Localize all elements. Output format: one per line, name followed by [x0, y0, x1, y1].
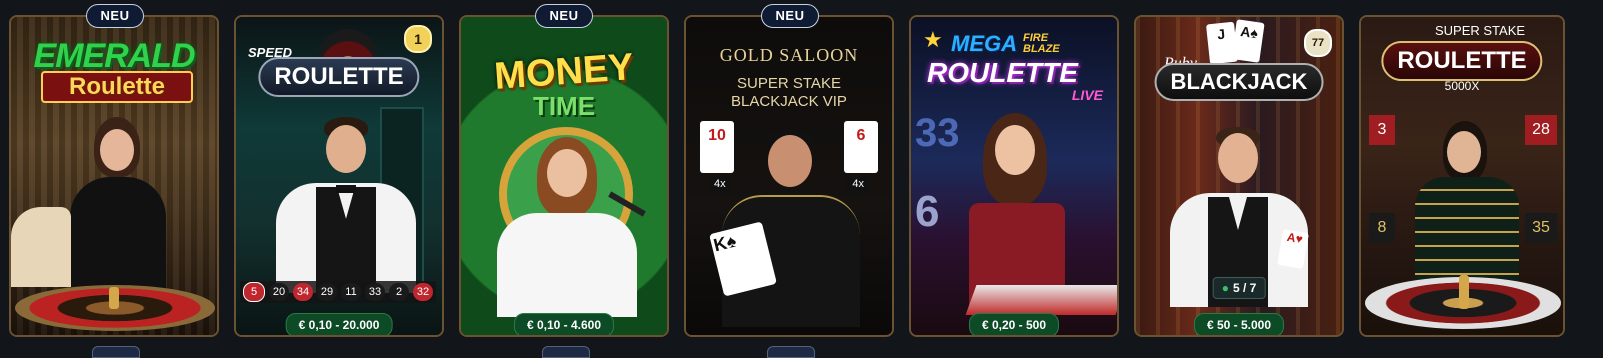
game-title: ROULETTE — [927, 57, 1078, 88]
title-super-stake: SUPER STAKE — [1434, 23, 1526, 38]
dealer-face — [1447, 131, 1481, 173]
dealer-face — [995, 125, 1035, 175]
star-icon: ★ — [923, 27, 943, 52]
game-card-ruby-blackjack[interactable]: J A♠ Ruby BLACKJACK 77 A♥ ●5 / 7 € 50 - … — [1134, 15, 1344, 337]
new-badge: NEU — [86, 4, 144, 28]
title-fire-blaze: FIRE BLAZE — [1023, 32, 1060, 55]
result-number: 11 — [341, 283, 361, 301]
dealer-dress — [70, 177, 166, 297]
bet-range: € 50 - 5.000 — [1193, 313, 1285, 335]
next-row-tab — [542, 346, 590, 358]
dealer-face — [326, 125, 366, 173]
board-number: 3 — [1369, 115, 1395, 145]
dealer — [266, 117, 426, 297]
game-card-money-time[interactable]: MONEY TIME € 0,10 - 4.600 — [459, 15, 669, 337]
game-card-emerald-roulette[interactable]: EMERALD Roulette — [9, 15, 219, 337]
game-card-speed-roulette[interactable]: SPEED ROULETTE 1 5 20 34 29 11 33 2 32 € 0,10 -… — [234, 15, 444, 337]
dealer-face — [768, 135, 812, 187]
dealer — [1401, 121, 1531, 291]
title-mega: MEGA — [951, 31, 1017, 56]
new-badge: NEU — [535, 4, 593, 28]
title-cards-2: A♠ — [1231, 19, 1265, 63]
game-title: ROULETTE — [258, 57, 420, 97]
seats-indicator: ● 5 / 7 — [1212, 277, 1266, 299]
bet-range: € 0,10 - 4.600 — [513, 313, 615, 335]
result-number: 33 — [365, 283, 385, 301]
chair — [11, 207, 71, 287]
wheel-spindle — [1459, 275, 1469, 309]
wheel-spindle — [109, 287, 119, 309]
host — [481, 137, 651, 317]
next-row-tab — [92, 346, 140, 358]
bet-range: € 0,20 - 500 — [968, 313, 1060, 335]
game-title: ROULETTE — [1381, 41, 1543, 81]
rank-badge: 77 — [1304, 29, 1332, 57]
next-row-tab — [767, 346, 815, 358]
bow-tie — [336, 185, 356, 193]
board-number: 8 — [1369, 213, 1395, 243]
game-title-line1: SUPER STAKE — [737, 75, 841, 92]
result-number: 34 — [293, 283, 313, 301]
rank-badge: 1 — [404, 25, 432, 53]
title-multiplier: 5000X — [1444, 79, 1480, 93]
screen-numbers-2: 6 — [915, 187, 940, 236]
host-jacket — [497, 213, 637, 317]
host-face — [547, 149, 587, 197]
new-badge: NEU — [761, 4, 819, 28]
dealer-jacket — [1415, 177, 1519, 291]
user-icon: ● — [1221, 281, 1229, 295]
result-number: 5 — [243, 282, 265, 302]
result-number: 29 — [317, 283, 337, 301]
game-card-super-stake-roulette[interactable]: 3 28 8 35 SUPER STAKE ROULETTE 5000X — [1359, 15, 1565, 337]
bet-range: € 0,10 - 20.000 — [285, 313, 393, 335]
game-card-gold-saloon-blackjack[interactable]: GOLD SALOON SUPER STAKE BLACKJACK VIP 10… — [684, 15, 894, 337]
game-card-row: EMERALD Roulette NEU SPEED ROULETTE 1 52… — [0, 0, 1603, 358]
result-number: 32 — [413, 283, 433, 301]
game-title: BLACKJACK — [1154, 63, 1324, 101]
dealer-face — [100, 129, 134, 171]
game-title-line2: TIME — [532, 91, 596, 121]
results-bar: 5 20 34 29 11 33 2 32 — [240, 281, 436, 303]
result-number: 20 — [269, 283, 289, 301]
roulette-table — [965, 285, 1117, 315]
seats-count: 5 / 7 — [1232, 281, 1257, 295]
dealer-face — [1218, 133, 1258, 183]
game-title-line2: Roulette — [41, 71, 193, 103]
title-live: LIVE — [1071, 87, 1103, 103]
game-card-mega-fire-blaze-roulette[interactable]: 33 6 ★ MEGA FIRE BLAZE ROULETTE LIVE € 0… — [909, 15, 1119, 337]
result-number: 2 — [389, 283, 409, 301]
dealer — [939, 113, 1089, 313]
brand-title: GOLD SALOON — [719, 45, 859, 65]
microphone — [608, 191, 646, 217]
game-title-line2: BLACKJACK VIP — [731, 93, 847, 110]
